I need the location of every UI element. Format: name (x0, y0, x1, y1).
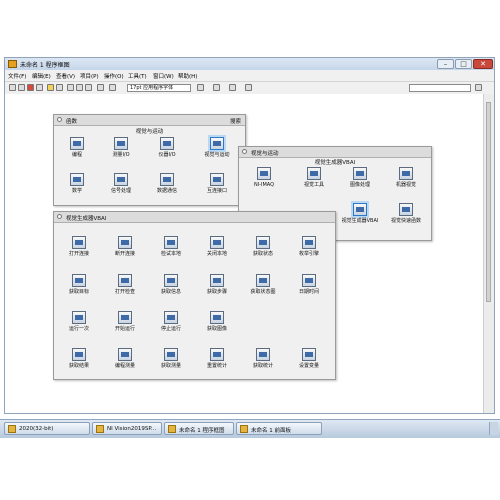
vbai-item[interactable]: 获取状态图 (242, 274, 284, 300)
vbai-item[interactable]: 检试本地 (150, 236, 192, 262)
help-icon[interactable] (475, 84, 482, 91)
taskbar: 2020(32-bit) NI Vision2019SP... 未命名 1 程序… (0, 419, 500, 438)
vbai-item[interactable]: 获取统计 (242, 348, 284, 374)
vbai-item[interactable]: 获取目标 (58, 274, 100, 300)
step-out-icon[interactable] (85, 84, 92, 91)
minimize-button[interactable]: – (437, 59, 454, 69)
vbai-item[interactable]: 获取信息 (150, 274, 192, 300)
vbai-item[interactable]: 日期时间 (288, 274, 330, 300)
vbai-item[interactable]: 打开连接 (58, 236, 100, 262)
taskbar-item[interactable]: 未命名 1 前面板 (236, 422, 322, 435)
menu-file[interactable]: 文件(F) (8, 72, 26, 80)
menu-project[interactable]: 项目(P) (80, 72, 99, 80)
pause-icon[interactable] (36, 84, 43, 91)
functions-palette: 函数 搜索 视觉与运动 编程 测量I/O 仪器I/O 视觉与运动 数学 信号处理… (53, 114, 246, 206)
vbai-item[interactable]: 设置变量 (288, 348, 330, 374)
menu-view[interactable]: 查看(V) (56, 72, 75, 80)
palette-item-instrument-io[interactable]: 仪器I/O (146, 137, 188, 163)
palette-header[interactable]: 视觉与运动 (239, 147, 431, 158)
vbai-item[interactable]: 开始运行 (104, 311, 146, 337)
app-icon (8, 60, 17, 68)
probe-icon[interactable] (109, 84, 116, 91)
palette-subheading: 视觉生成器VBAI (314, 160, 356, 166)
palette-item-vision-utilities[interactable]: 视觉工具 (293, 167, 335, 193)
palette-item-math[interactable]: 数学 (56, 173, 98, 199)
toolbar: 17pt 应用程序字体 (5, 81, 494, 95)
reorder-icon[interactable] (229, 84, 236, 91)
step-into-icon[interactable] (67, 84, 74, 91)
vbai-item[interactable]: 停止运行 (150, 311, 192, 337)
menu-bar: 文件(F) 编辑(E) 查看(V) 项目(P) 操作(O) 工具(T) 窗口(W… (5, 71, 494, 80)
vbai-item[interactable]: 获取图像 (196, 311, 238, 337)
vbai-item[interactable]: 运行一次 (58, 311, 100, 337)
palette-subheading: 视觉与运动 (135, 129, 164, 135)
font-select[interactable]: 17pt 应用程序字体 (127, 84, 191, 92)
abort-icon[interactable] (27, 84, 34, 91)
vbai-item[interactable]: 枚举引擎 (288, 236, 330, 262)
palette-item-connectivity[interactable]: 互连接口 (196, 173, 238, 199)
close-button[interactable]: ✕ (473, 59, 493, 69)
menu-edit[interactable]: 编辑(E) (32, 72, 51, 80)
vbai-palette: 视觉生成器VBAI 打开连接 断开连接 检试本地 关闭本地 获取状态 枚举引擎 … (53, 211, 336, 380)
pin-icon[interactable] (242, 149, 247, 154)
palette-item-measurement-io[interactable]: 测量I/O (100, 137, 142, 163)
menu-window[interactable]: 窗口(W) (153, 72, 174, 80)
vbai-item[interactable]: 获取状态 (242, 236, 284, 262)
pin-icon[interactable] (57, 214, 62, 219)
retain-wire-values-icon[interactable] (56, 84, 63, 91)
vbai-item[interactable]: 关闭本地 (196, 236, 238, 262)
menu-help[interactable]: 帮助(H) (178, 72, 197, 80)
vbai-item[interactable]: 断开连接 (104, 236, 146, 262)
taskbar-item[interactable]: NI Vision2019SP... (92, 422, 162, 435)
vbai-item[interactable]: 编程测量 (104, 348, 146, 374)
vbai-item[interactable]: 重置统计 (196, 348, 238, 374)
palette-header[interactable]: 视觉生成器VBAI (54, 212, 335, 223)
palette-item-image-processing[interactable]: 图像处理 (339, 167, 381, 193)
step-over-icon[interactable] (76, 84, 83, 91)
show-desktop-button[interactable] (489, 422, 498, 435)
run-continuous-icon[interactable] (18, 84, 25, 91)
palette-search-button[interactable]: 搜索 (230, 117, 241, 125)
search-input[interactable] (409, 84, 471, 92)
palette-title: 函数 (66, 119, 78, 125)
title-bar[interactable]: 未命名 1 程序框图 – □ ✕ (5, 58, 494, 70)
highlight-execution-icon[interactable] (47, 84, 54, 91)
distribute-objects-icon[interactable] (213, 84, 220, 91)
palette-item-programming[interactable]: 编程 (56, 137, 98, 163)
vbai-item[interactable]: 获取测量 (150, 348, 192, 374)
window-title: 未命名 1 程序框图 (20, 62, 70, 69)
clean-diagram-icon[interactable] (97, 84, 104, 91)
pin-icon[interactable] (57, 117, 62, 122)
palette-item-ni-imaq[interactable]: NI-IMAQ (243, 167, 285, 193)
vbai-item[interactable]: 获取结果 (58, 348, 100, 374)
taskbar-item-active[interactable]: 未命名 1 程序框图 (164, 422, 234, 435)
vbai-item[interactable]: 获取步骤 (196, 274, 238, 300)
align-objects-icon[interactable] (197, 84, 204, 91)
palette-item-vision-express[interactable]: 视觉快速函数 (385, 203, 427, 229)
palette-title: 视觉与运动 (251, 151, 279, 157)
taskbar-item[interactable]: 2020(32-bit) (4, 422, 90, 435)
palette-item-machine-vision[interactable]: 机器视觉 (385, 167, 427, 193)
vertical-scrollbar[interactable] (483, 94, 494, 413)
menu-operate[interactable]: 操作(O) (104, 72, 124, 80)
palette-item-signal-processing[interactable]: 信号处理 (100, 173, 142, 199)
run-arrow-icon[interactable] (9, 84, 16, 91)
menu-tools[interactable]: 工具(T) (128, 72, 147, 80)
cleanup-icon[interactable] (245, 84, 252, 91)
maximize-button[interactable]: □ (455, 59, 472, 69)
palette-item-vbai[interactable]: 视觉生成器VBAI (339, 203, 381, 229)
palette-header[interactable]: 函数 搜索 (54, 115, 245, 126)
palette-title: 视觉生成器VBAI (66, 216, 107, 222)
palette-item-data-communication[interactable]: 数据通信 (146, 173, 188, 199)
palette-item-vision-motion[interactable]: 视觉与运动 (196, 137, 238, 163)
vbai-item[interactable]: 打开检查 (104, 274, 146, 300)
